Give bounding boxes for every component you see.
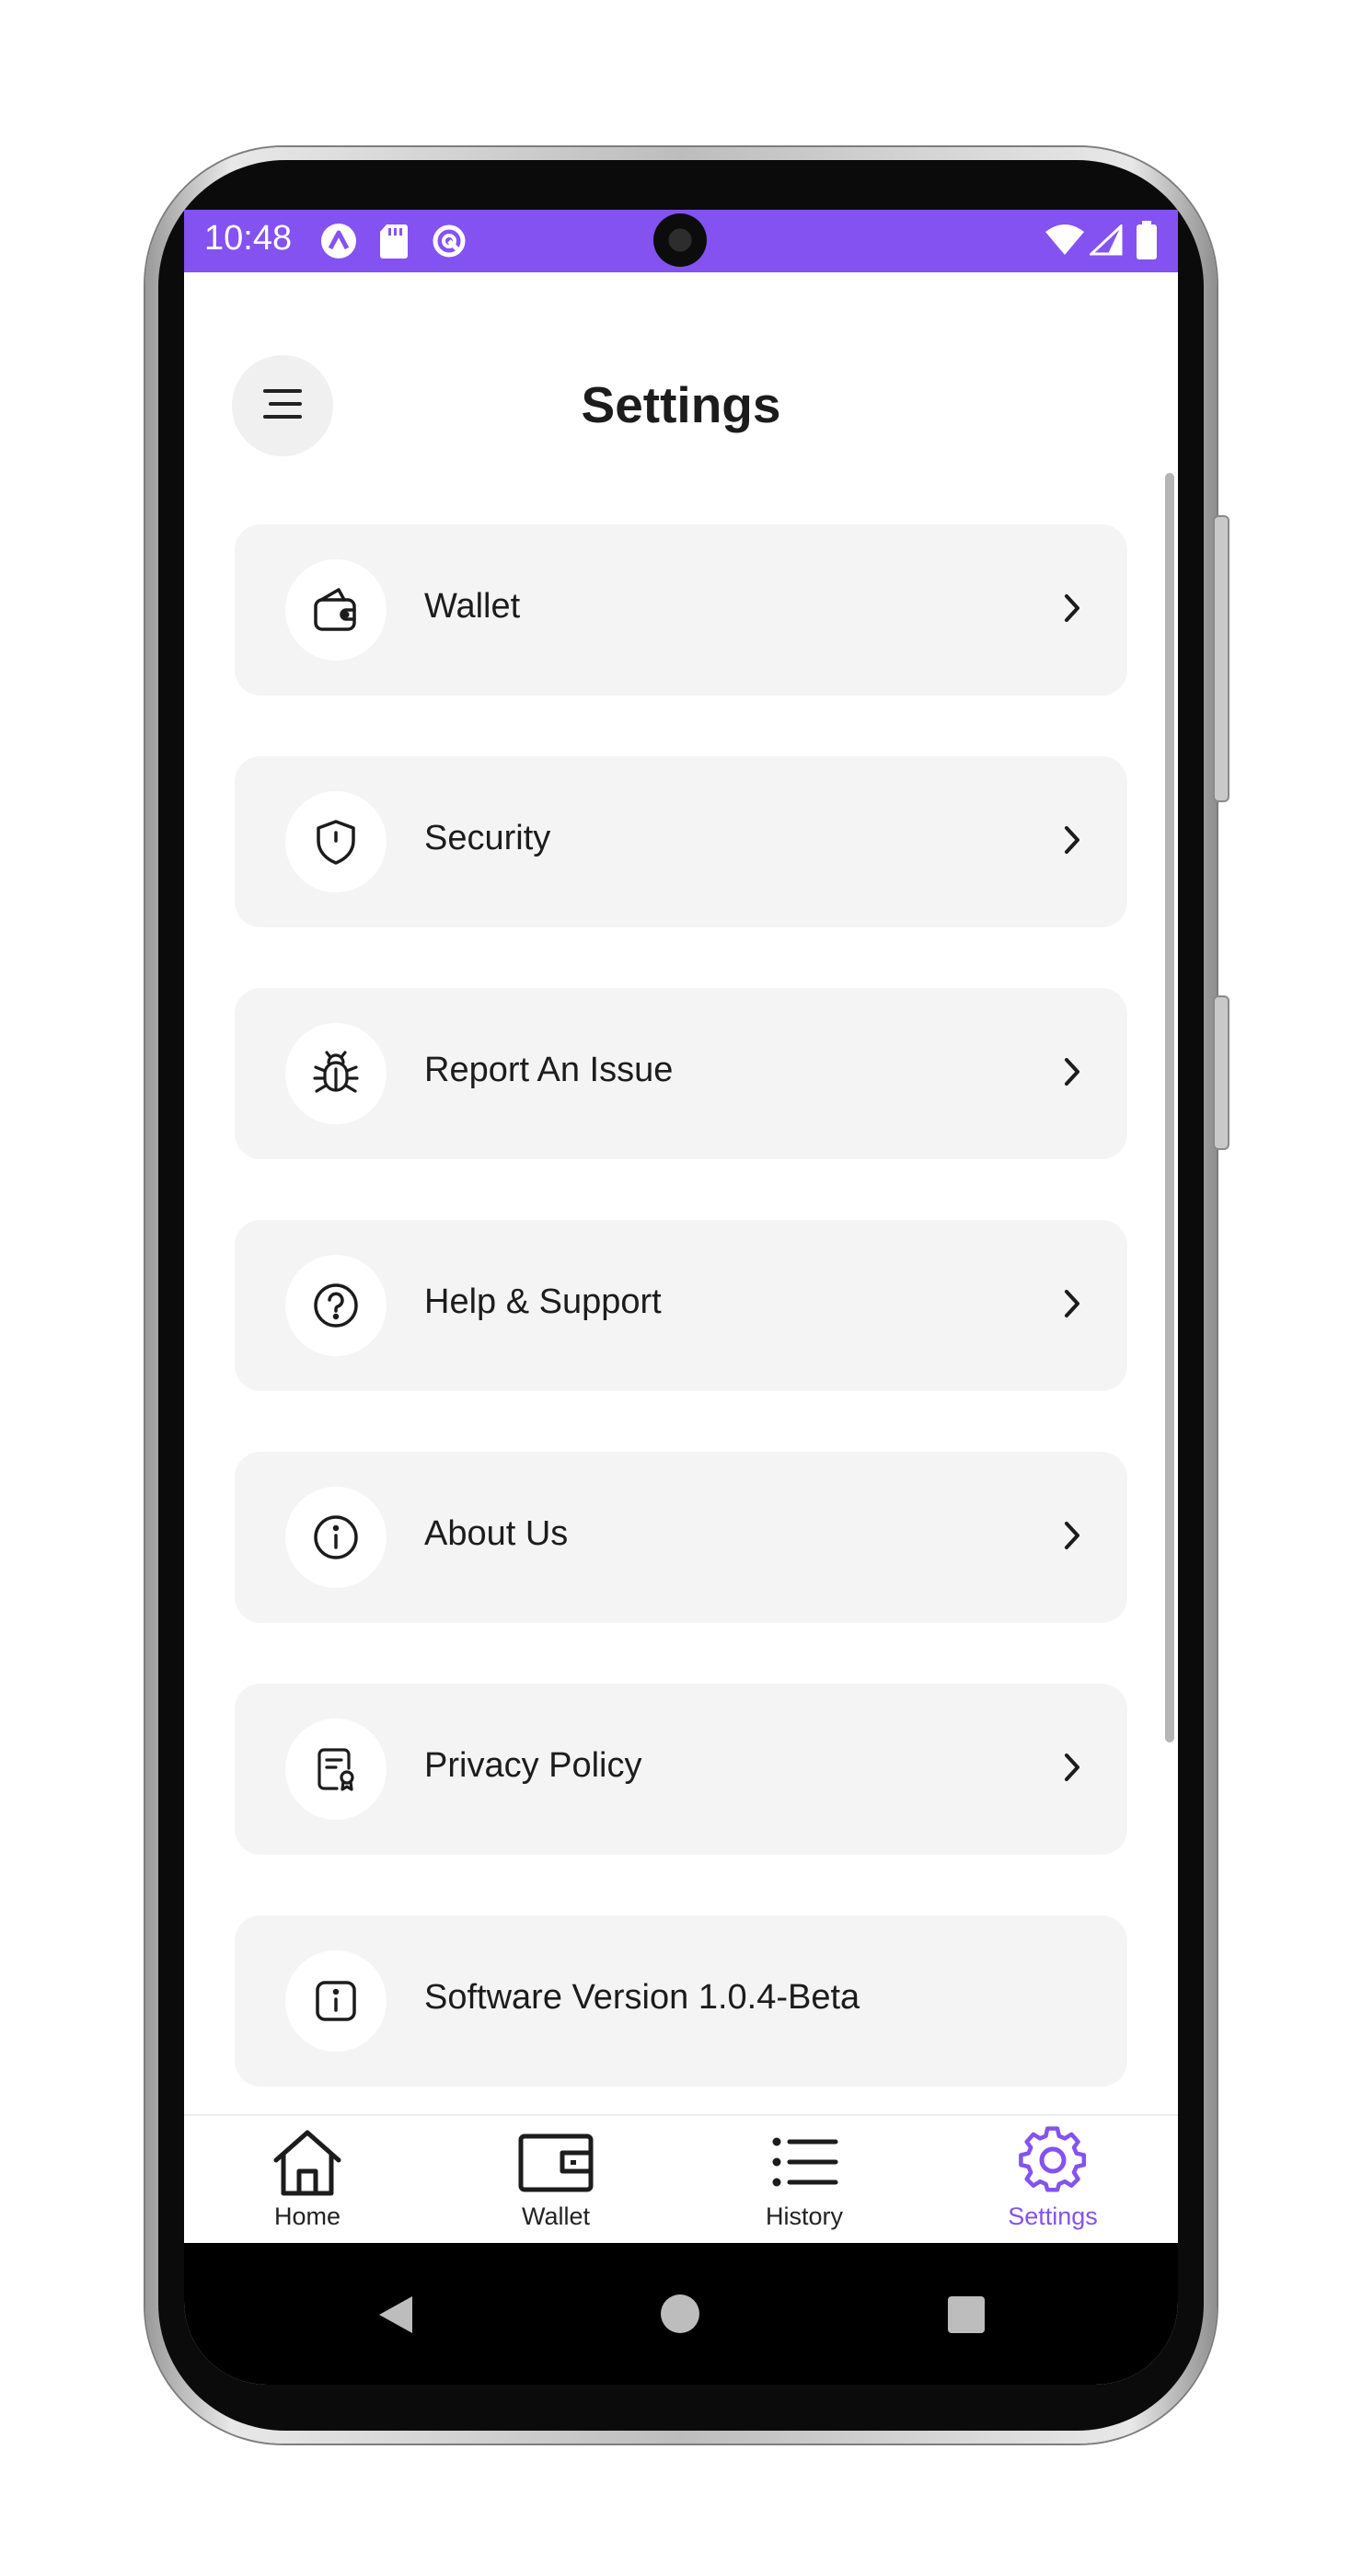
- settings-item-about-us[interactable]: About Us: [235, 1452, 1127, 1623]
- info-circle-icon: [285, 1487, 387, 1588]
- settings-item-privacy-policy[interactable]: Privacy Policy: [235, 1684, 1127, 1855]
- settings-item-label: Privacy Policy: [424, 1746, 642, 1785]
- home-circle-icon[interactable]: [661, 2294, 699, 2333]
- settings-item-report-issue[interactable]: Report An Issue: [235, 988, 1127, 1159]
- gear-icon: [961, 2125, 1145, 2199]
- bug-icon: [285, 1023, 387, 1124]
- nav-label: Settings: [1008, 2202, 1098, 2230]
- settings-item-label: Wallet: [424, 587, 521, 626]
- home-icon: [215, 2125, 399, 2199]
- nav-label: History: [765, 2202, 843, 2230]
- wifi-icon: [1045, 224, 1084, 260]
- battery-icon: [1136, 221, 1158, 264]
- nav-label: Home: [273, 2202, 341, 2230]
- wallet-icon: [464, 2125, 648, 2199]
- page-title: Settings: [581, 376, 781, 433]
- status-time: 10:48: [204, 219, 293, 258]
- power-button: [1213, 995, 1229, 1150]
- chevron-right-icon: [1063, 1752, 1081, 1788]
- settings-item-label: About Us: [424, 1514, 569, 1553]
- screen: 10:48 Settings Wallet Security Report An…: [184, 210, 1178, 2385]
- a-logo-icon: [320, 223, 357, 264]
- chevron-right-icon: [1063, 1520, 1081, 1556]
- signal-icon: [1088, 223, 1123, 260]
- wallet-icon: [285, 559, 387, 661]
- chevron-right-icon: [1063, 1056, 1081, 1092]
- status-bar: 10:48: [184, 210, 1178, 272]
- settings-item-help-support[interactable]: Help & Support: [235, 1220, 1127, 1391]
- chevron-right-icon: [1063, 824, 1081, 860]
- shield-icon: [285, 791, 387, 892]
- nav-item-history[interactable]: History: [712, 2125, 896, 2243]
- info-square-icon: [285, 1950, 387, 2052]
- settings-item-label: Security: [424, 819, 551, 857]
- settings-item-wallet[interactable]: Wallet: [235, 524, 1127, 696]
- scrollbar[interactable]: [1165, 473, 1174, 1742]
- system-nav-bar: [184, 2243, 1178, 2385]
- nav-item-settings[interactable]: Settings: [961, 2125, 1145, 2243]
- nav-label: Wallet: [521, 2202, 590, 2230]
- software-version-label: Software Version 1.0.4-Beta: [424, 1978, 860, 2017]
- chevron-right-icon: [1063, 592, 1081, 628]
- help-circle-icon: [285, 1255, 387, 1356]
- policy-document-icon: [285, 1719, 387, 1820]
- back-icon[interactable]: [375, 2294, 416, 2340]
- sd-card-icon: [379, 223, 409, 264]
- nav-item-wallet[interactable]: Wallet: [464, 2125, 648, 2243]
- front-camera: [653, 213, 707, 267]
- settings-item-software-version: Software Version 1.0.4-Beta: [235, 1915, 1127, 2087]
- volume-button: [1213, 515, 1229, 802]
- list-icon: [712, 2125, 896, 2199]
- recents-icon[interactable]: [948, 2296, 985, 2333]
- sync-icon: [431, 223, 467, 264]
- settings-item-security[interactable]: Security: [235, 756, 1127, 927]
- bottom-nav: Home Wallet History Settings: [184, 2114, 1178, 2245]
- settings-item-label: Report An Issue: [424, 1051, 674, 1089]
- settings-item-label: Help & Support: [424, 1282, 662, 1321]
- nav-item-home[interactable]: Home: [215, 2125, 399, 2243]
- chevron-right-icon: [1063, 1288, 1081, 1324]
